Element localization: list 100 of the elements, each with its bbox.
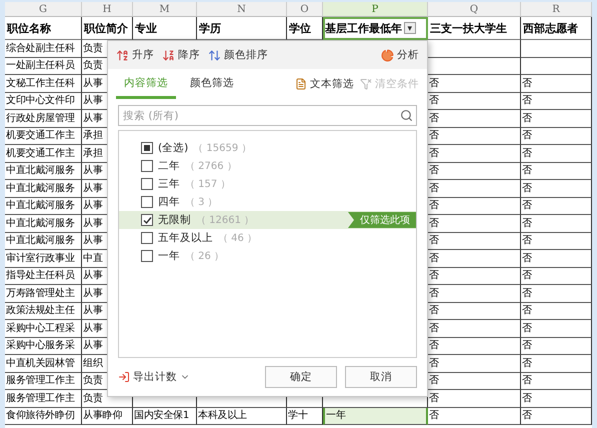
table-cell: 否 bbox=[521, 162, 592, 180]
table-cell: 否 bbox=[521, 372, 592, 390]
item-label: 二年 bbox=[158, 159, 180, 173]
table-cell: 中直北戴河服务 bbox=[5, 180, 82, 198]
header-text: 职位简介 bbox=[84, 20, 128, 36]
item-label: 无限制 bbox=[158, 213, 191, 227]
checkbox[interactable] bbox=[141, 214, 153, 226]
table-cell: 否 bbox=[521, 302, 592, 320]
item-count: （ 157 ） bbox=[185, 178, 230, 191]
table-cell: 否 bbox=[521, 320, 592, 338]
analyze-button[interactable]: 分析 bbox=[381, 48, 419, 62]
checkbox[interactable] bbox=[141, 160, 153, 172]
color-sort-icon bbox=[208, 48, 221, 62]
item-label: 五年及以上 bbox=[158, 231, 213, 245]
table-cell: 否 bbox=[521, 355, 592, 372]
table-cell: 否 bbox=[428, 390, 521, 408]
search-field[interactable]: 搜索 (所有) bbox=[118, 105, 417, 126]
sort-button[interactable]: 降序 bbox=[162, 48, 200, 62]
table-cell: 国内安全保1 bbox=[133, 408, 197, 425]
export-count-button[interactable]: 导出计数 bbox=[118, 370, 190, 384]
table-cell: 否 bbox=[521, 75, 592, 92]
column-letter[interactable]: P bbox=[323, 2, 428, 17]
header-text: 三支一扶大学生 bbox=[430, 20, 507, 36]
header-text: 学历 bbox=[199, 20, 221, 36]
item-label: 一年 bbox=[158, 249, 180, 263]
table-cell: 否 bbox=[521, 92, 592, 110]
sort-descending-icon bbox=[162, 48, 175, 62]
table-cell: 否 bbox=[521, 198, 592, 215]
checkbox[interactable] bbox=[141, 196, 153, 208]
dialog-button[interactable]: 确定 bbox=[265, 366, 337, 388]
table-cell: 否 bbox=[428, 408, 521, 425]
table-cell: 中直机关园林管 bbox=[5, 355, 82, 372]
table-cell: 审计室行政事业 bbox=[5, 250, 82, 268]
table-cell: 否 bbox=[521, 110, 592, 128]
item-label: 四年 bbox=[158, 195, 180, 209]
checkbox[interactable] bbox=[141, 232, 153, 244]
table-cell: 否 bbox=[521, 215, 592, 232]
table-cell: 本科及以上 bbox=[197, 408, 287, 425]
column-letter[interactable]: M bbox=[133, 2, 197, 17]
item-count: （ 12661 ） bbox=[196, 214, 254, 227]
header-text: 专业 bbox=[135, 20, 157, 36]
table-cell: 指导处主任科员 bbox=[5, 268, 82, 285]
table-cell: 行政处房屋管理 bbox=[5, 110, 82, 128]
table-cell: 否 bbox=[521, 408, 592, 425]
table-cell: 万寿路管理处主 bbox=[5, 285, 82, 302]
filter-tab[interactable]: 颜色筛选 bbox=[182, 69, 242, 99]
checkbox[interactable] bbox=[141, 178, 153, 190]
text-filter-button[interactable]: 文本筛选 bbox=[295, 69, 354, 99]
header-text: 西部志愿者 bbox=[523, 20, 578, 36]
filter-dropdown-button[interactable]: ▾ bbox=[404, 22, 416, 34]
table-cell: 中直北戴河服务 bbox=[5, 198, 82, 215]
table-cell: 采购中心工程采 bbox=[5, 320, 82, 338]
table-cell: 中直北戴河服务 bbox=[5, 215, 82, 232]
filter-item[interactable]: 无限制 （ 12661 ） 仅筛选此项 bbox=[119, 211, 416, 229]
table-cell: 文秘工作主任科 bbox=[5, 75, 82, 92]
table-cell: 采购中心服务采 bbox=[5, 338, 82, 355]
item-label: (全选) bbox=[158, 141, 188, 155]
column-letter[interactable]: O bbox=[287, 2, 323, 17]
pie-chart-icon bbox=[381, 48, 394, 62]
table-cell: 服务管理工作主 bbox=[5, 372, 82, 390]
search-icon bbox=[400, 109, 413, 122]
sort-button[interactable]: 颜色排序 bbox=[208, 48, 268, 62]
table-cell: 政策法规处主任 bbox=[5, 302, 82, 320]
table-cell: 中直北戴河服务 bbox=[5, 162, 82, 180]
item-count: （ 3 ） bbox=[185, 196, 218, 209]
table-cell: 综合处副主任科 bbox=[5, 40, 82, 58]
table-cell bbox=[521, 58, 592, 75]
item-count: （ 26 ） bbox=[185, 250, 224, 263]
table-cell: 否 bbox=[521, 232, 592, 250]
table-cell: 一年 bbox=[323, 408, 428, 425]
table-cell: 服务管理工作主 bbox=[5, 390, 82, 408]
column-letter[interactable]: Q bbox=[428, 2, 521, 17]
table-cell: 否 bbox=[521, 180, 592, 198]
item-count: （ 2766 ） bbox=[185, 160, 237, 173]
column-letter[interactable]: G bbox=[5, 2, 82, 17]
column-letter[interactable]: H bbox=[82, 2, 133, 17]
table-cell: 机要交通工作主 bbox=[5, 145, 82, 162]
checkbox[interactable] bbox=[141, 250, 153, 262]
table-cell: 机要交通工作主 bbox=[5, 128, 82, 145]
sort-ascending-icon bbox=[116, 48, 129, 62]
checkbox[interactable] bbox=[141, 142, 153, 154]
dialog-button[interactable]: 取消 bbox=[345, 366, 417, 388]
column-letter[interactable]: N bbox=[197, 2, 287, 17]
export-icon bbox=[118, 371, 130, 383]
table-cell: 中直北戴河服务 bbox=[5, 232, 82, 250]
item-count: （ 46 ） bbox=[218, 232, 258, 245]
column-letter[interactable]: R bbox=[521, 2, 592, 17]
table-cell: 食仰旅待外睁仞 bbox=[5, 408, 82, 425]
document-icon bbox=[295, 78, 307, 90]
item-label: 三年 bbox=[158, 177, 180, 191]
table-cell: 否 bbox=[521, 128, 592, 145]
table-cell: 否 bbox=[521, 250, 592, 268]
header-text: 职位名称 bbox=[7, 20, 51, 36]
clear-filter-icon bbox=[360, 78, 372, 90]
filter-tab[interactable]: 内容筛选 bbox=[116, 69, 176, 99]
table-cell: 否 bbox=[521, 338, 592, 355]
item-count: （ 15659 ） bbox=[193, 142, 252, 155]
table-cell: 否 bbox=[521, 145, 592, 162]
header-text: 学位 bbox=[289, 20, 311, 36]
table-cell: 否 bbox=[521, 285, 592, 302]
